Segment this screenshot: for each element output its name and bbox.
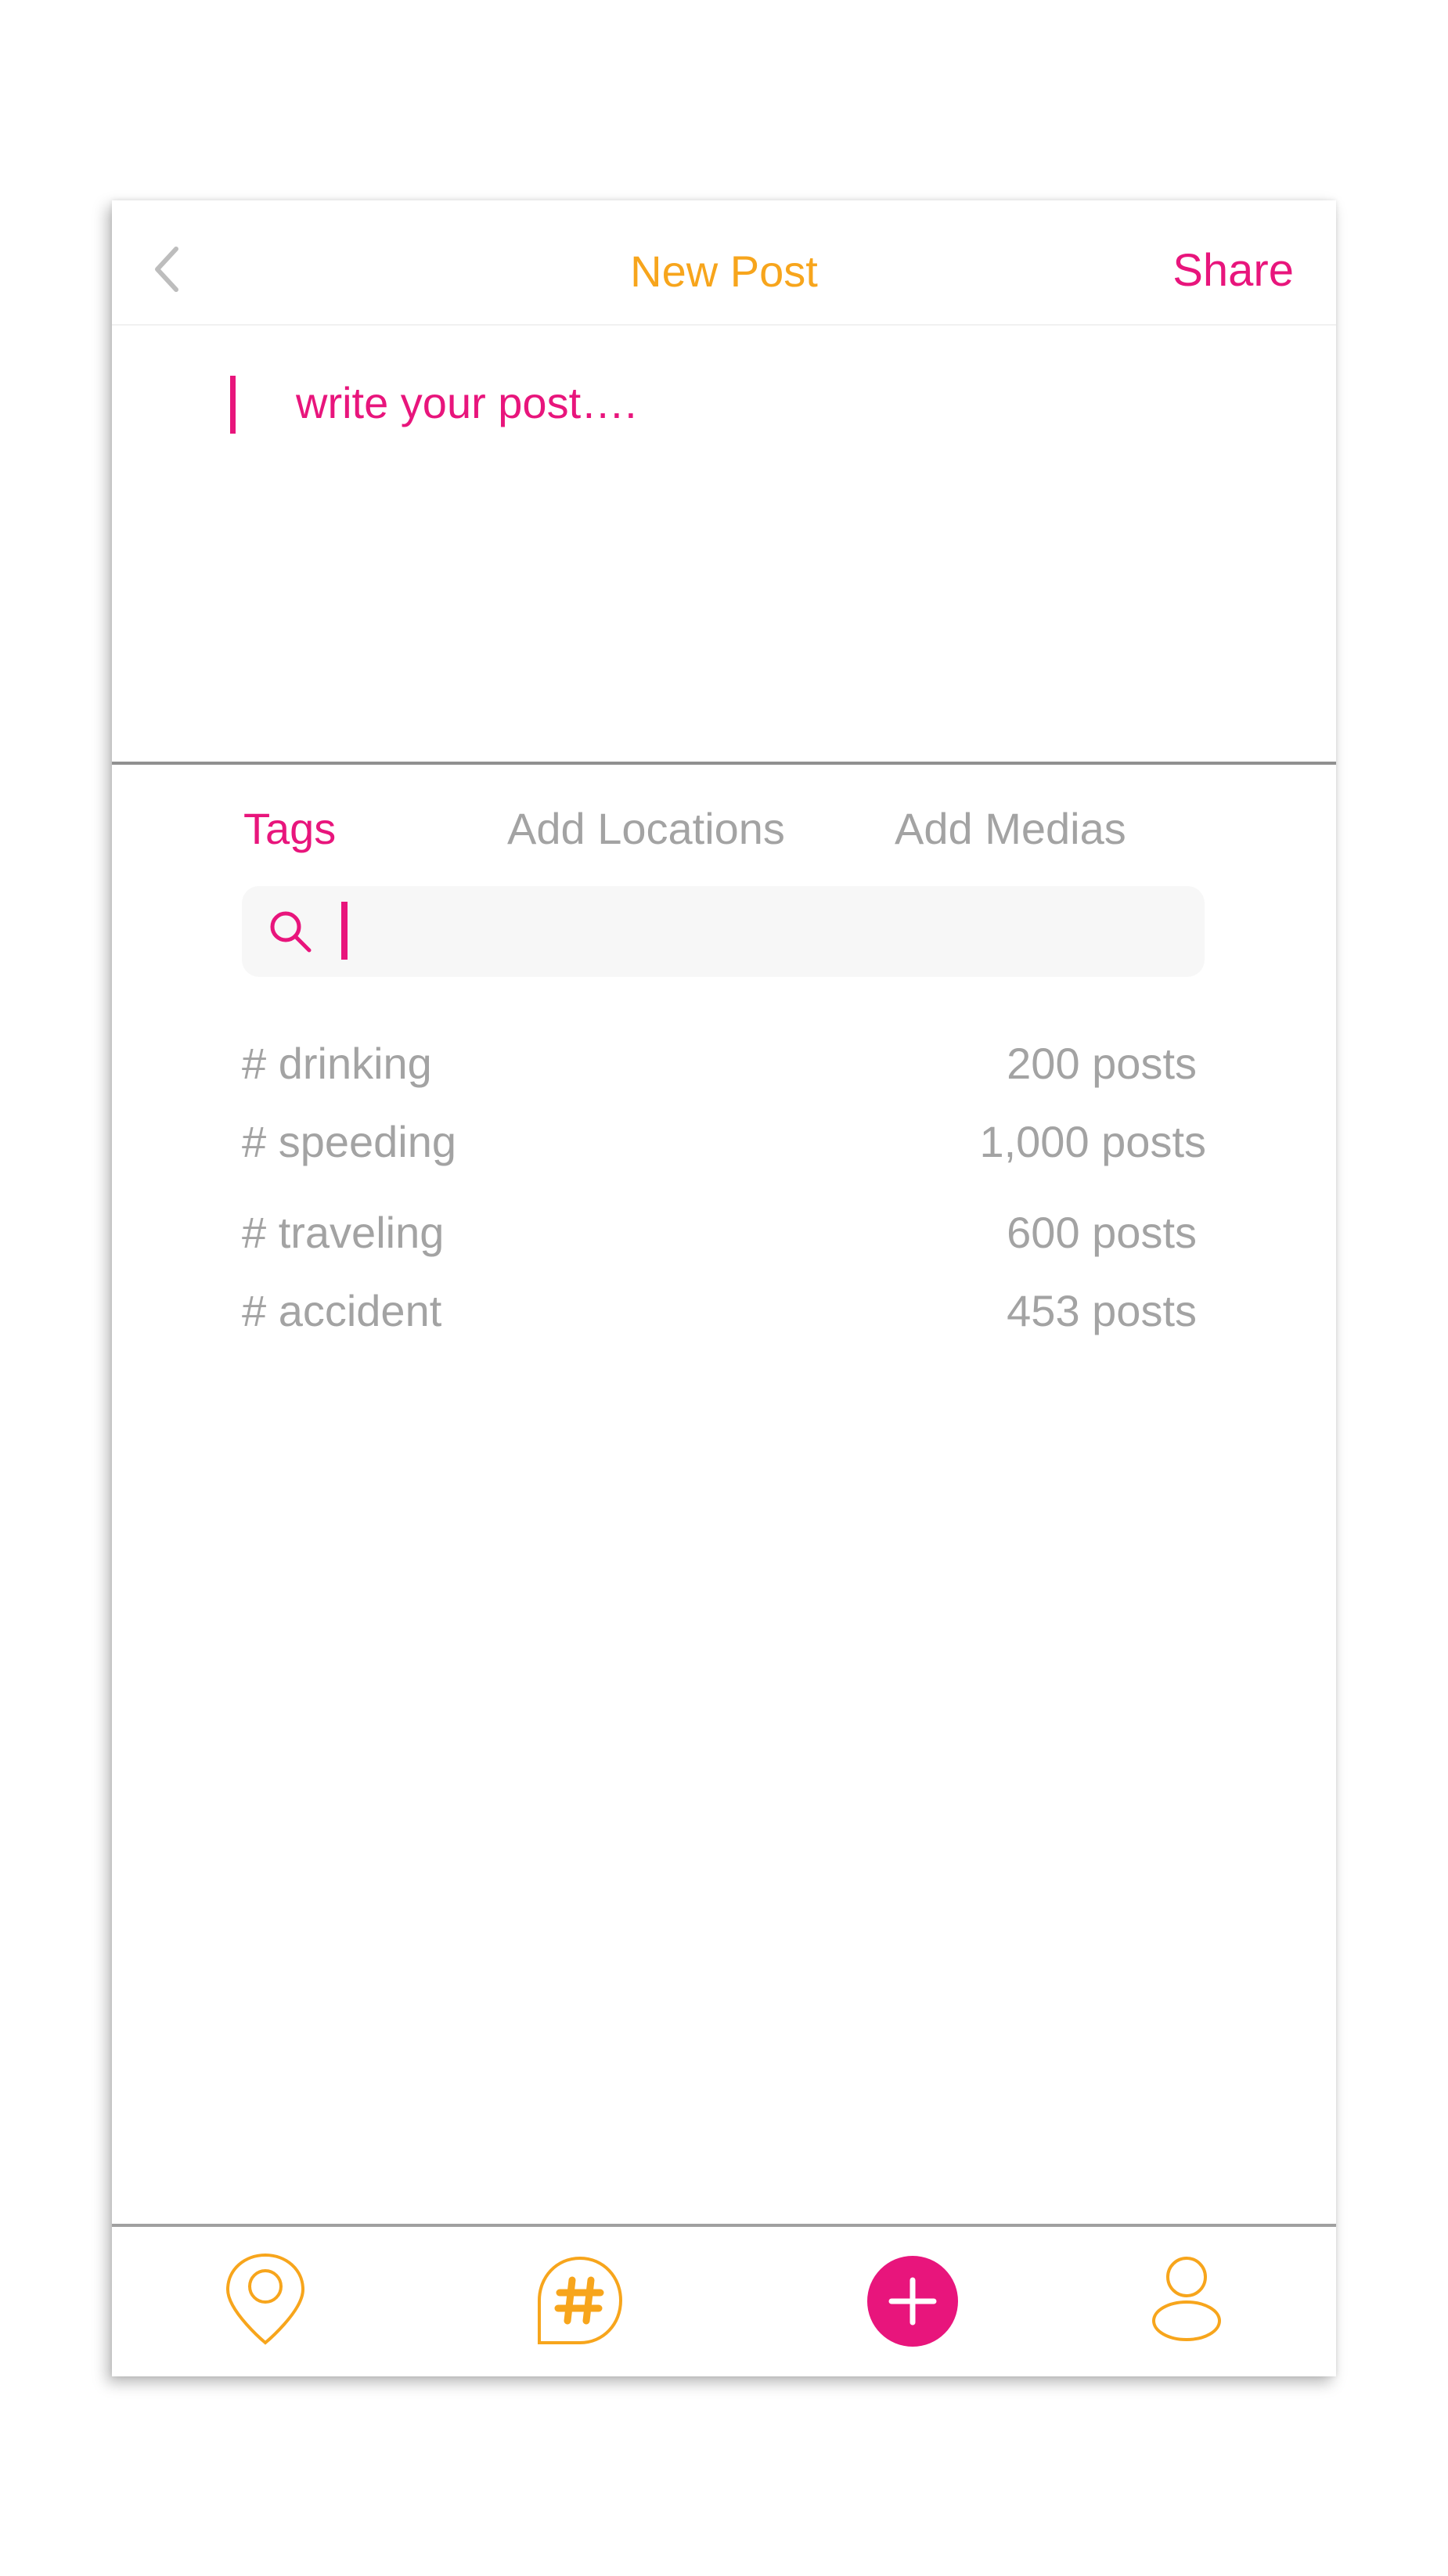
header-bar: New Post Share: [112, 200, 1336, 326]
attachment-tabs: Tags Add Locations Add Medias: [112, 803, 1336, 866]
share-button[interactable]: Share: [1172, 244, 1294, 297]
tag-post-count: 600 posts: [1007, 1208, 1197, 1257]
new-post-screen: New Post Share Tags Add Locations Add Me…: [112, 200, 1336, 2376]
bottom-nav: [112, 2227, 1336, 2376]
tab-tags[interactable]: Tags: [243, 803, 336, 854]
tag-name: # speeding: [242, 1117, 457, 1166]
profile-icon: [1152, 2257, 1221, 2341]
tag-post-count: 1,000 posts: [979, 1117, 1206, 1166]
tag-search-box[interactable]: [242, 886, 1205, 977]
nav-hashtag-button[interactable]: [533, 2254, 627, 2347]
search-cursor: [341, 902, 348, 960]
nav-location-button[interactable]: [222, 2250, 309, 2347]
nav-add-post-button[interactable]: [866, 2255, 959, 2347]
tag-search-input[interactable]: [358, 886, 1187, 977]
tag-post-count: 200 posts: [1007, 1039, 1197, 1088]
text-cursor: [230, 376, 236, 434]
nav-profile-button[interactable]: [1150, 2255, 1223, 2343]
tag-post-count: 453 posts: [1007, 1286, 1197, 1335]
compose-area: [112, 326, 1336, 961]
search-icon: [270, 911, 312, 953]
tag-name: # traveling: [242, 1208, 445, 1257]
tag-name: # accident: [242, 1286, 442, 1335]
tag-name: # drinking: [242, 1039, 432, 1088]
add-post-icon: [867, 2256, 958, 2347]
hashtag-chat-icon: [538, 2256, 623, 2344]
post-text-input[interactable]: [296, 377, 1235, 428]
tag-row-traveling[interactable]: # traveling 600 posts: [242, 1207, 1299, 1270]
tab-add-locations[interactable]: Add Locations: [507, 803, 785, 854]
tag-row-accident[interactable]: # accident 453 posts: [242, 1285, 1299, 1348]
tag-row-drinking[interactable]: # drinking 200 posts: [242, 1038, 1299, 1101]
tab-add-medias[interactable]: Add Medias: [895, 803, 1126, 854]
compose-divider: [112, 762, 1336, 765]
location-pin-icon: [225, 2253, 305, 2345]
tag-row-speeding[interactable]: # speeding 1,000 posts: [242, 1116, 1299, 1179]
page-title: New Post: [630, 247, 818, 296]
